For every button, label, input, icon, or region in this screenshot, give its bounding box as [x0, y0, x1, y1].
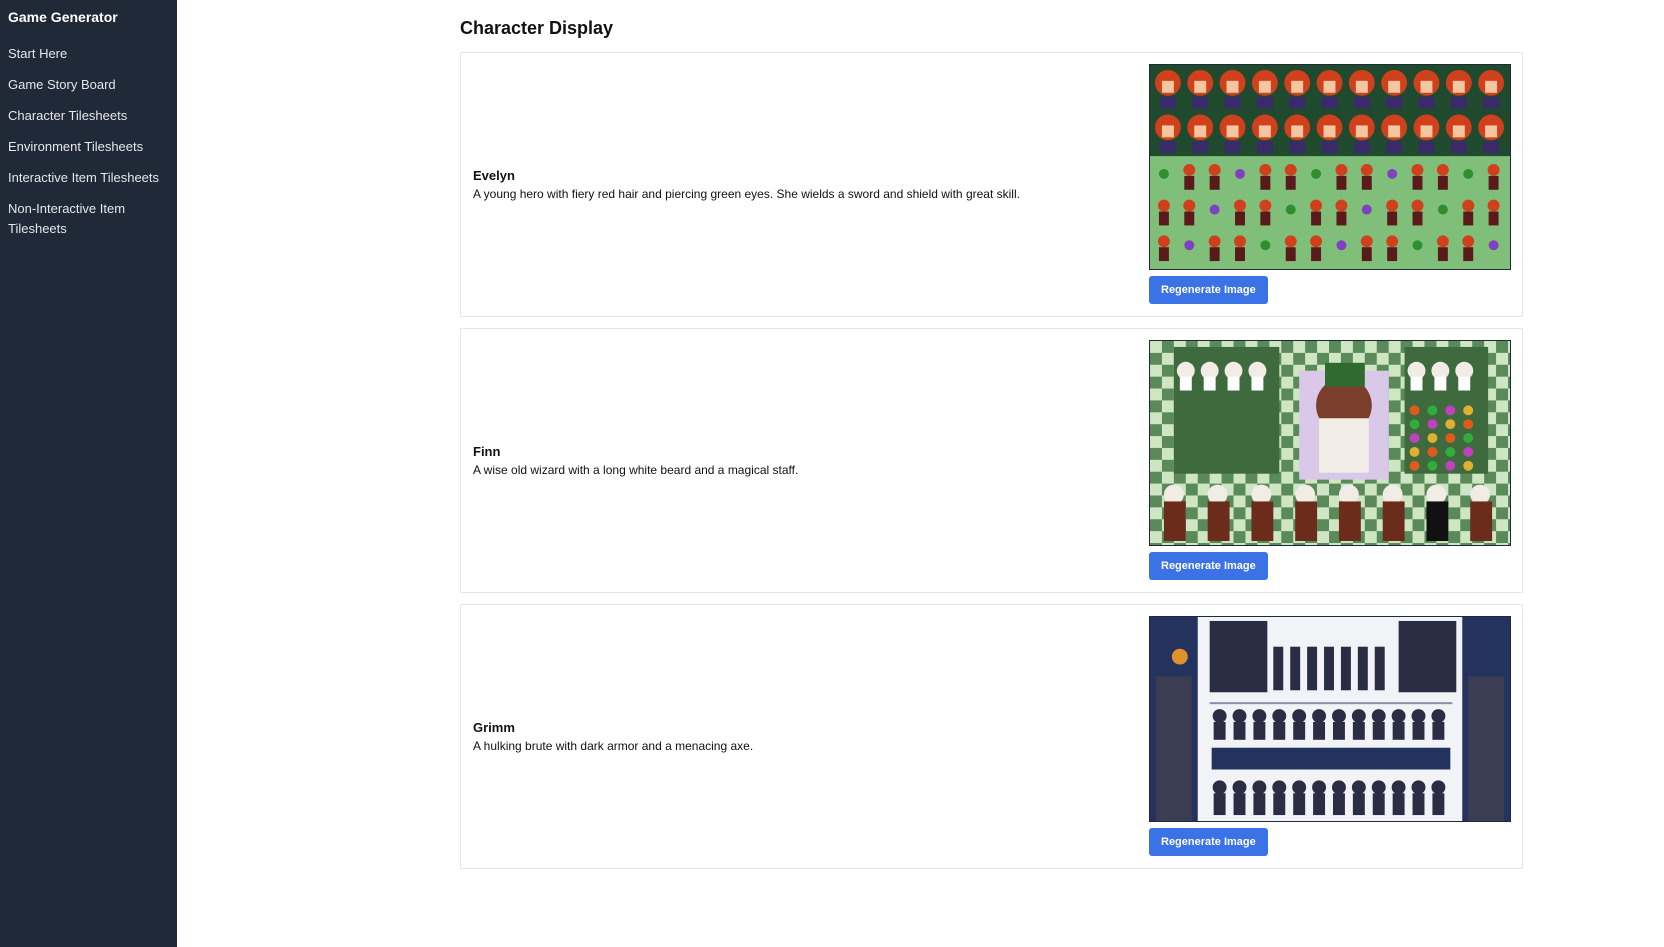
- sidebar: Game Generator Start Here Game Story Boa…: [0, 0, 177, 947]
- character-card-grimm: Grimm A hulking brute with dark armor an…: [460, 604, 1523, 869]
- character-name: Finn: [473, 443, 501, 459]
- character-tilesheet-image: [1149, 340, 1511, 546]
- character-description: A young hero with fiery red hair and pie…: [473, 186, 1020, 201]
- character-name: Grimm: [473, 719, 515, 735]
- sidebar-item-character-tilesheets[interactable]: Character Tilesheets: [8, 106, 169, 126]
- character-media: Regenerate Image: [1149, 616, 1511, 856]
- sidebar-nav: Start Here Game Story Board Character Ti…: [8, 44, 169, 239]
- character-tilesheet-image: [1149, 616, 1511, 822]
- character-info: Evelyn A young hero with fiery red hair …: [473, 168, 1133, 202]
- character-name: Evelyn: [473, 167, 515, 183]
- character-info: Grimm A hulking brute with dark armor an…: [473, 720, 1133, 754]
- character-description: A wise old wizard with a long white bear…: [473, 462, 799, 477]
- character-description: A hulking brute with dark armor and a me…: [473, 738, 754, 753]
- sidebar-item-start-here[interactable]: Start Here: [8, 44, 169, 64]
- sidebar-item-environment-tilesheets[interactable]: Environment Tilesheets: [8, 137, 169, 157]
- character-info: Finn A wise old wizard with a long white…: [473, 444, 1133, 478]
- regenerate-image-button[interactable]: Regenerate Image: [1149, 276, 1268, 304]
- app: Game Generator Start Here Game Story Boa…: [0, 0, 1664, 947]
- character-card-finn: Finn A wise old wizard with a long white…: [460, 328, 1523, 593]
- sidebar-item-non-interactive-item-tilesheets[interactable]: Non-Interactive Item Tilesheets: [8, 199, 169, 239]
- character-tilesheet-image: [1149, 64, 1511, 270]
- app-brand[interactable]: Game Generator: [8, 8, 169, 26]
- character-card-evelyn: Evelyn A young hero with fiery red hair …: [460, 52, 1523, 317]
- page-title: Character Display: [460, 18, 614, 38]
- sidebar-item-interactive-item-tilesheets[interactable]: Interactive Item Tilesheets: [8, 168, 169, 188]
- character-media: Regenerate Image: [1149, 340, 1511, 580]
- regenerate-image-button[interactable]: Regenerate Image: [1149, 828, 1268, 856]
- regenerate-image-button[interactable]: Regenerate Image: [1149, 552, 1268, 580]
- sidebar-item-game-story-board[interactable]: Game Story Board: [8, 75, 169, 95]
- character-media: Regenerate Image: [1149, 64, 1511, 304]
